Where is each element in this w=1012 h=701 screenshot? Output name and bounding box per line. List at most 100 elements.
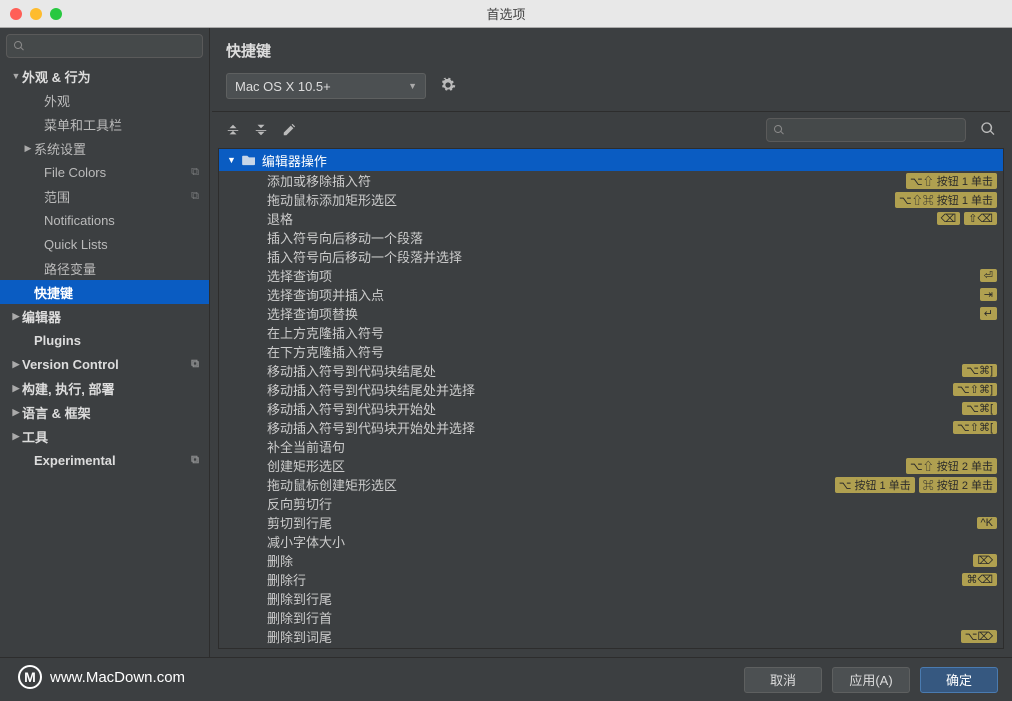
edit-icon[interactable] — [282, 123, 296, 137]
action-row[interactable]: 移动插入符号到代码块开始处 ⌥⌘[ — [219, 399, 1003, 418]
sidebar-item[interactable]: 菜单和工具栏 — [0, 112, 209, 136]
shortcut-badge: ⌘ 按钮 2 单击 — [919, 477, 997, 493]
tree-arrow-icon: ▶ — [10, 407, 22, 418]
action-label: 移动插入符号到代码块开始处 — [267, 399, 958, 418]
action-row[interactable]: 删除⌦ — [219, 551, 1003, 570]
action-row[interactable]: 剪切到行尾 ^K — [219, 513, 1003, 532]
keymap-scheme-dropdown[interactable]: Mac OS X 10.5+ ▼ — [226, 73, 426, 99]
sidebar-item-label: Plugins — [34, 333, 81, 348]
shortcut-badge: ⌥⌦ — [961, 630, 997, 643]
sidebar-item[interactable]: 外观 — [0, 88, 209, 112]
shortcut-badge: ⌥⌘] — [962, 364, 997, 377]
settings-tree[interactable]: ▼外观 & 行为外观菜单和工具栏▶系统设置File Colors⧉范围⧉Noti… — [0, 64, 209, 657]
shortcut-badge: ⌦ — [973, 554, 997, 567]
sidebar-item[interactable]: Notifications — [0, 208, 209, 232]
action-row[interactable]: 移动插入符号到代码块开始处并选择 ⌥⇧⌘[ — [219, 418, 1003, 437]
minimize-icon[interactable] — [30, 8, 42, 20]
gear-icon[interactable] — [440, 77, 456, 96]
action-row[interactable]: 移动插入符号到代码块结尾处⌥⌘] — [219, 361, 1003, 380]
find-by-shortcut-icon[interactable] — [980, 121, 996, 140]
cancel-button[interactable]: 取消 — [744, 667, 822, 693]
action-row[interactable]: 在下方克隆插入符号 — [219, 342, 1003, 361]
sidebar-item-label: 系统设置 — [34, 139, 86, 158]
sidebar-item[interactable]: File Colors⧉ — [0, 160, 209, 184]
action-row[interactable]: 移动插入符号到代码块结尾处并选择 ⌥⇧⌘] — [219, 380, 1003, 399]
action-row[interactable]: 补全当前语句 — [219, 437, 1003, 456]
search-icon — [773, 124, 785, 136]
shortcut-badge: ⌥⇧ 按钮 2 单击 — [906, 458, 997, 474]
sidebar-item-label: 路径变量 — [44, 259, 96, 278]
sidebar-item[interactable]: ▶语言 & 框架 — [0, 400, 209, 424]
action-row[interactable]: 删除到行首 — [219, 608, 1003, 627]
action-row[interactable]: 退格⌫⇧⌫ — [219, 209, 1003, 228]
footer: 取消 应用(A) 确定 — [0, 657, 1012, 701]
sidebar-search-input[interactable] — [6, 34, 203, 58]
action-row[interactable]: 添加或移除插入符⌥⇧ 按钮 1 单击 — [219, 171, 1003, 190]
action-row[interactable]: 选择查询项并插入点⇥ — [219, 285, 1003, 304]
ok-button[interactable]: 确定 — [920, 667, 998, 693]
sidebar-item[interactable]: ▶工具 — [0, 424, 209, 448]
action-label: 选择查询项替换 — [267, 304, 976, 323]
copy-icon: ⧉ — [191, 166, 199, 179]
tree-arrow-icon: ▶ — [22, 143, 34, 154]
sidebar-item-label: Version Control — [22, 357, 119, 372]
sidebar-item-label: 菜单和工具栏 — [44, 115, 122, 134]
action-row[interactable]: 删除到词尾⌥⌦ — [219, 627, 1003, 646]
expand-all-icon[interactable] — [226, 123, 240, 137]
action-row[interactable]: 插入符号向后移动一个段落 — [219, 228, 1003, 247]
actions-list[interactable]: ▼编辑器操作添加或移除插入符⌥⇧ 按钮 1 单击拖动鼠标添加矩形选区⌥⇧⌘ 按钮… — [219, 149, 1003, 648]
sidebar-item-label: 编辑器 — [22, 307, 61, 326]
action-label: 拖动鼠标创建矩形选区 — [267, 475, 831, 494]
action-row[interactable]: 删除到行尾 — [219, 589, 1003, 608]
sidebar-item[interactable]: ▶构建, 执行, 部署 — [0, 376, 209, 400]
sidebar-item[interactable]: 快捷键 — [0, 280, 209, 304]
action-row[interactable]: 选择查询项⏎ — [219, 266, 1003, 285]
action-row[interactable]: 减小字体大小 — [219, 532, 1003, 551]
action-label: 删除行 — [267, 570, 958, 589]
sidebar-item[interactable]: Quick Lists — [0, 232, 209, 256]
action-label: 补全当前语句 — [267, 437, 997, 456]
chevron-down-icon: ▼ — [408, 81, 417, 91]
shortcut-badge: ⌥⌘[ — [962, 402, 997, 415]
sidebar-item[interactable]: ▼外观 & 行为 — [0, 64, 209, 88]
shortcut-badge: ^K — [977, 517, 998, 529]
action-row[interactable]: 删除行 ⌘⌫ — [219, 570, 1003, 589]
dropdown-value: Mac OS X 10.5+ — [235, 79, 331, 94]
action-label: 反向剪切行 — [267, 494, 997, 513]
zoom-icon[interactable] — [50, 8, 62, 20]
sidebar-item[interactable]: Experimental⧉ — [0, 448, 209, 472]
action-label: 剪切到行尾 — [267, 513, 973, 532]
sidebar-item[interactable]: ▶Version Control⧉ — [0, 352, 209, 376]
sidebar-item-label: Notifications — [44, 213, 115, 228]
shortcut-badge: ⌥⇧⌘ 按钮 1 单击 — [895, 192, 997, 208]
sidebar-item[interactable]: 路径变量 — [0, 256, 209, 280]
shortcut-badge: ⌘⌫ — [962, 573, 997, 586]
apply-button[interactable]: 应用(A) — [832, 667, 910, 693]
collapse-all-icon[interactable] — [254, 123, 268, 137]
close-icon[interactable] — [10, 8, 22, 20]
action-label: 移动插入符号到代码块开始处并选择 — [267, 418, 949, 437]
action-row[interactable]: 选择查询项替换↵ — [219, 304, 1003, 323]
actions-search-input[interactable] — [766, 118, 966, 142]
action-row[interactable]: 创建矩形选区⌥⇧ 按钮 2 单击 — [219, 456, 1003, 475]
sidebar-item-label: Quick Lists — [44, 237, 108, 252]
shortcut-badge: ⌥⇧⌘] — [953, 383, 997, 396]
copy-icon: ⧉ — [191, 358, 199, 371]
tree-arrow-icon: ▶ — [10, 311, 22, 322]
action-row[interactable]: 在上方克隆插入符号 — [219, 323, 1003, 342]
sidebar-item[interactable]: ▶系统设置 — [0, 136, 209, 160]
action-label: 选择查询项 — [267, 266, 976, 285]
action-row[interactable]: 插入符号向后移动一个段落并选择 — [219, 247, 1003, 266]
sidebar-item[interactable]: Plugins — [0, 328, 209, 352]
sidebar-item[interactable]: 范围⧉ — [0, 184, 209, 208]
action-group-header[interactable]: ▼编辑器操作 — [219, 149, 1003, 171]
shortcut-badge: ⌫ — [937, 212, 961, 225]
action-row[interactable]: 拖动鼠标添加矩形选区⌥⇧⌘ 按钮 1 单击 — [219, 190, 1003, 209]
sidebar-item[interactable]: ▶编辑器 — [0, 304, 209, 328]
action-row[interactable]: 反向剪切行 — [219, 494, 1003, 513]
action-label: 移动插入符号到代码块结尾处并选择 — [267, 380, 949, 399]
sidebar: ▼外观 & 行为外观菜单和工具栏▶系统设置File Colors⧉范围⧉Noti… — [0, 28, 210, 657]
action-row[interactable]: 拖动鼠标创建矩形选区⌥ 按钮 1 单击⌘ 按钮 2 单击 — [219, 475, 1003, 494]
shortcut-badge: ⌥⇧⌘[ — [953, 421, 997, 434]
copy-icon: ⧉ — [191, 454, 199, 467]
